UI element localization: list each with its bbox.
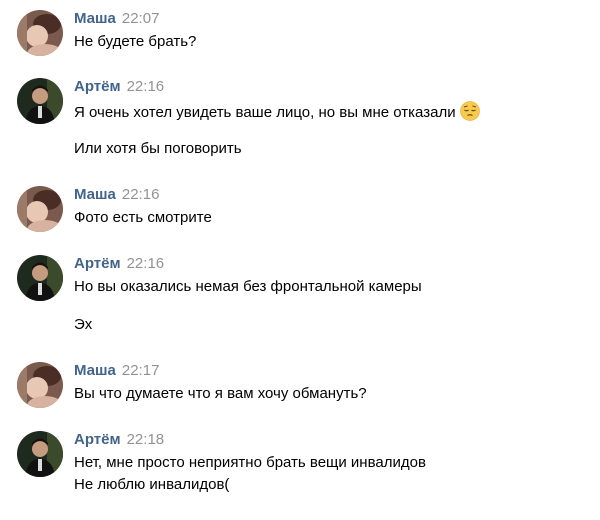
artem-avatar-icon (17, 78, 63, 124)
message-text: Вы что думаете что я вам хочу обмануть? (74, 385, 367, 402)
author-name[interactable]: Маша (74, 10, 116, 27)
message-time[interactable]: 22:16 (122, 186, 160, 203)
masha-avatar-icon (17, 186, 63, 232)
message-text: Фото есть смотрите (74, 209, 212, 226)
message-header: Маша 22:16 (74, 186, 159, 204)
message-text: Или хотя бы поговорить (74, 140, 242, 157)
author-name[interactable]: Маша (74, 186, 116, 203)
masha-avatar[interactable] (17, 186, 63, 232)
artem-avatar[interactable] (17, 255, 63, 301)
masha-avatar[interactable] (17, 362, 63, 408)
masha-avatar-icon (17, 362, 63, 408)
author-name[interactable]: Артём (74, 255, 121, 272)
message-header: Маша 22:17 (74, 362, 159, 380)
message-time[interactable]: 22:07 (122, 10, 160, 27)
author-name[interactable]: Артём (74, 431, 121, 448)
message-text: Не люблю инвалидов( (74, 476, 230, 493)
message-time[interactable]: 22:17 (122, 362, 160, 379)
message-text: Но вы оказались немая без фронтальной ка… (74, 278, 422, 295)
artem-avatar-icon (17, 431, 63, 477)
author-name[interactable]: Маша (74, 362, 116, 379)
message-time[interactable]: 22:18 (127, 431, 165, 448)
pensive-face-emoji-icon (459, 101, 480, 126)
message-header: Артём 22:18 (74, 431, 164, 449)
masha-avatar[interactable] (17, 10, 63, 56)
message-text: Эх (74, 316, 93, 333)
message-header: Артём 22:16 (74, 78, 164, 96)
message-text: Не будете брать? (74, 33, 197, 50)
message-header: Маша 22:07 (74, 10, 159, 28)
artem-avatar[interactable] (17, 431, 63, 477)
artem-avatar[interactable] (17, 78, 63, 124)
message-text: Нет, мне просто неприятно брать вещи инв… (74, 454, 426, 471)
message-header: Артём 22:16 (74, 255, 164, 273)
message-time[interactable]: 22:16 (127, 255, 165, 272)
message-text-row: Я очень хотел увидеть ваше лицо, но вы м… (74, 101, 480, 126)
message-text: Я очень хотел увидеть ваше лицо, но вы м… (74, 104, 456, 121)
author-name[interactable]: Артём (74, 78, 121, 95)
masha-avatar-icon (17, 10, 63, 56)
message-time[interactable]: 22:16 (127, 78, 165, 95)
artem-avatar-icon (17, 255, 63, 301)
